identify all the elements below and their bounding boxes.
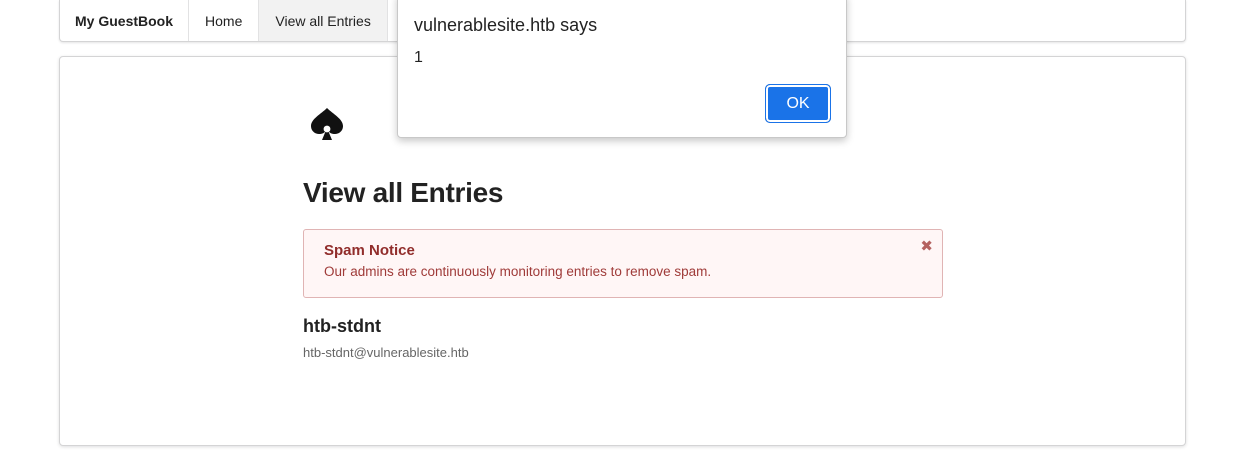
entry-name: htb-stdnt (303, 316, 381, 336)
notice-title: Spam Notice (324, 242, 415, 259)
entry-email: htb-stdnt@vulnerablesite.htb (303, 345, 469, 360)
spam-notice: ✖ Spam Notice Our admins are continuousl… (303, 229, 943, 298)
spade-icon (311, 108, 343, 140)
page-title: View all Entries (303, 177, 504, 208)
nav-item-home[interactable]: Home (189, 0, 260, 41)
notice-text: Our admins are continuously monitoring e… (324, 264, 712, 279)
close-icon[interactable]: ✖ (920, 239, 933, 254)
alert-dialog: vulnerablesite.htb says 1 OK (397, 0, 847, 138)
dialog-title: vulnerablesite.htb says (414, 15, 598, 35)
nav-item-view-all-entries[interactable]: View all Entries (259, 0, 388, 41)
dialog-message: 1 (414, 49, 423, 66)
nav-brand[interactable]: My GuestBook (60, 0, 190, 41)
ok-button[interactable]: OK (765, 84, 831, 123)
